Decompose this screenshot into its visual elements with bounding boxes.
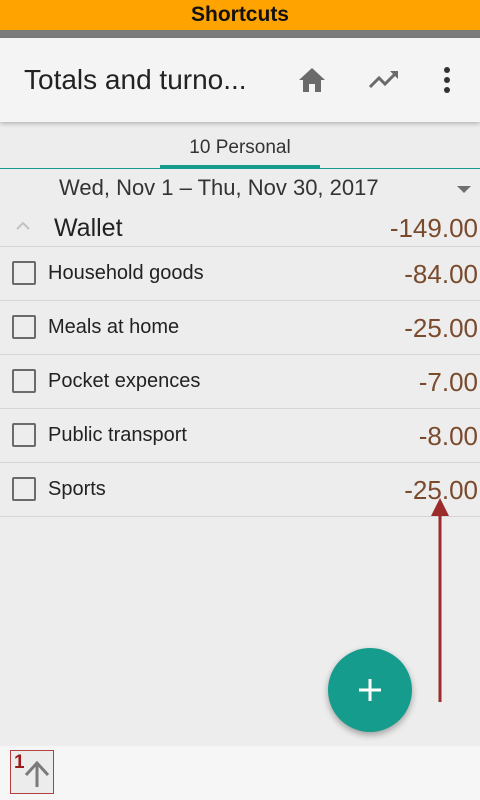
home-icon[interactable]	[296, 64, 328, 96]
date-range-selector[interactable]: Wed, Nov 1 – Thu, Nov 30, 2017	[0, 174, 480, 204]
item-amount: -84.00	[404, 259, 478, 289]
item-checkbox[interactable]	[12, 261, 36, 285]
page-title: Totals and turno...	[24, 64, 247, 95]
bottom-bar: 1	[0, 746, 480, 800]
date-range-label: Wed, Nov 1 – Thu, Nov 30, 2017	[59, 175, 379, 200]
item-amount: -7.00	[418, 367, 478, 397]
item-checkbox[interactable]	[12, 315, 36, 339]
list-item[interactable]: Sports -25.00	[0, 463, 480, 517]
item-name: Household goods	[48, 262, 204, 284]
item-amount: -8.00	[418, 421, 478, 451]
add-button[interactable]	[328, 648, 412, 732]
more-vert-icon[interactable]	[431, 64, 463, 96]
trending-up-icon[interactable]	[368, 64, 400, 96]
tab-personal[interactable]: 10 Personal	[160, 137, 320, 159]
annotation-arrow-icon	[431, 498, 449, 702]
item-checkbox[interactable]	[12, 423, 36, 447]
app-bar: Totals and turno...	[0, 38, 480, 122]
chevron-up-icon[interactable]	[13, 219, 33, 233]
screen: Shortcuts Totals and turno... 10 Persona…	[0, 0, 480, 800]
item-name: Sports	[48, 478, 106, 500]
group-name: Wallet	[54, 214, 123, 242]
list-item[interactable]: Meals at home -25.00	[0, 301, 480, 355]
item-name: Pocket expences	[48, 370, 201, 392]
divider	[0, 516, 480, 517]
shortcuts-banner: Shortcuts	[0, 0, 480, 30]
item-checkbox[interactable]	[12, 477, 36, 501]
tab-bar: 10 Personal	[0, 122, 480, 169]
group-header-wallet[interactable]: Wallet -149.00	[0, 210, 480, 246]
item-amount: -25.00	[404, 313, 478, 343]
list-item[interactable]: Public transport -8.00	[0, 409, 480, 463]
list-item[interactable]: Household goods -84.00	[0, 247, 480, 301]
item-name: Meals at home	[48, 316, 180, 338]
item-checkbox[interactable]	[12, 369, 36, 393]
list-item[interactable]: Pocket expences -7.00	[0, 355, 480, 409]
arrow-up-icon	[24, 760, 50, 787]
group-total: -149.00	[389, 213, 478, 243]
item-name: Public transport	[48, 424, 187, 446]
tab-divider	[0, 168, 480, 169]
shortcut-slot[interactable]: 1	[10, 750, 54, 794]
banner-divider	[0, 30, 480, 38]
plus-icon	[359, 679, 381, 701]
dropdown-arrow-icon	[457, 186, 471, 193]
